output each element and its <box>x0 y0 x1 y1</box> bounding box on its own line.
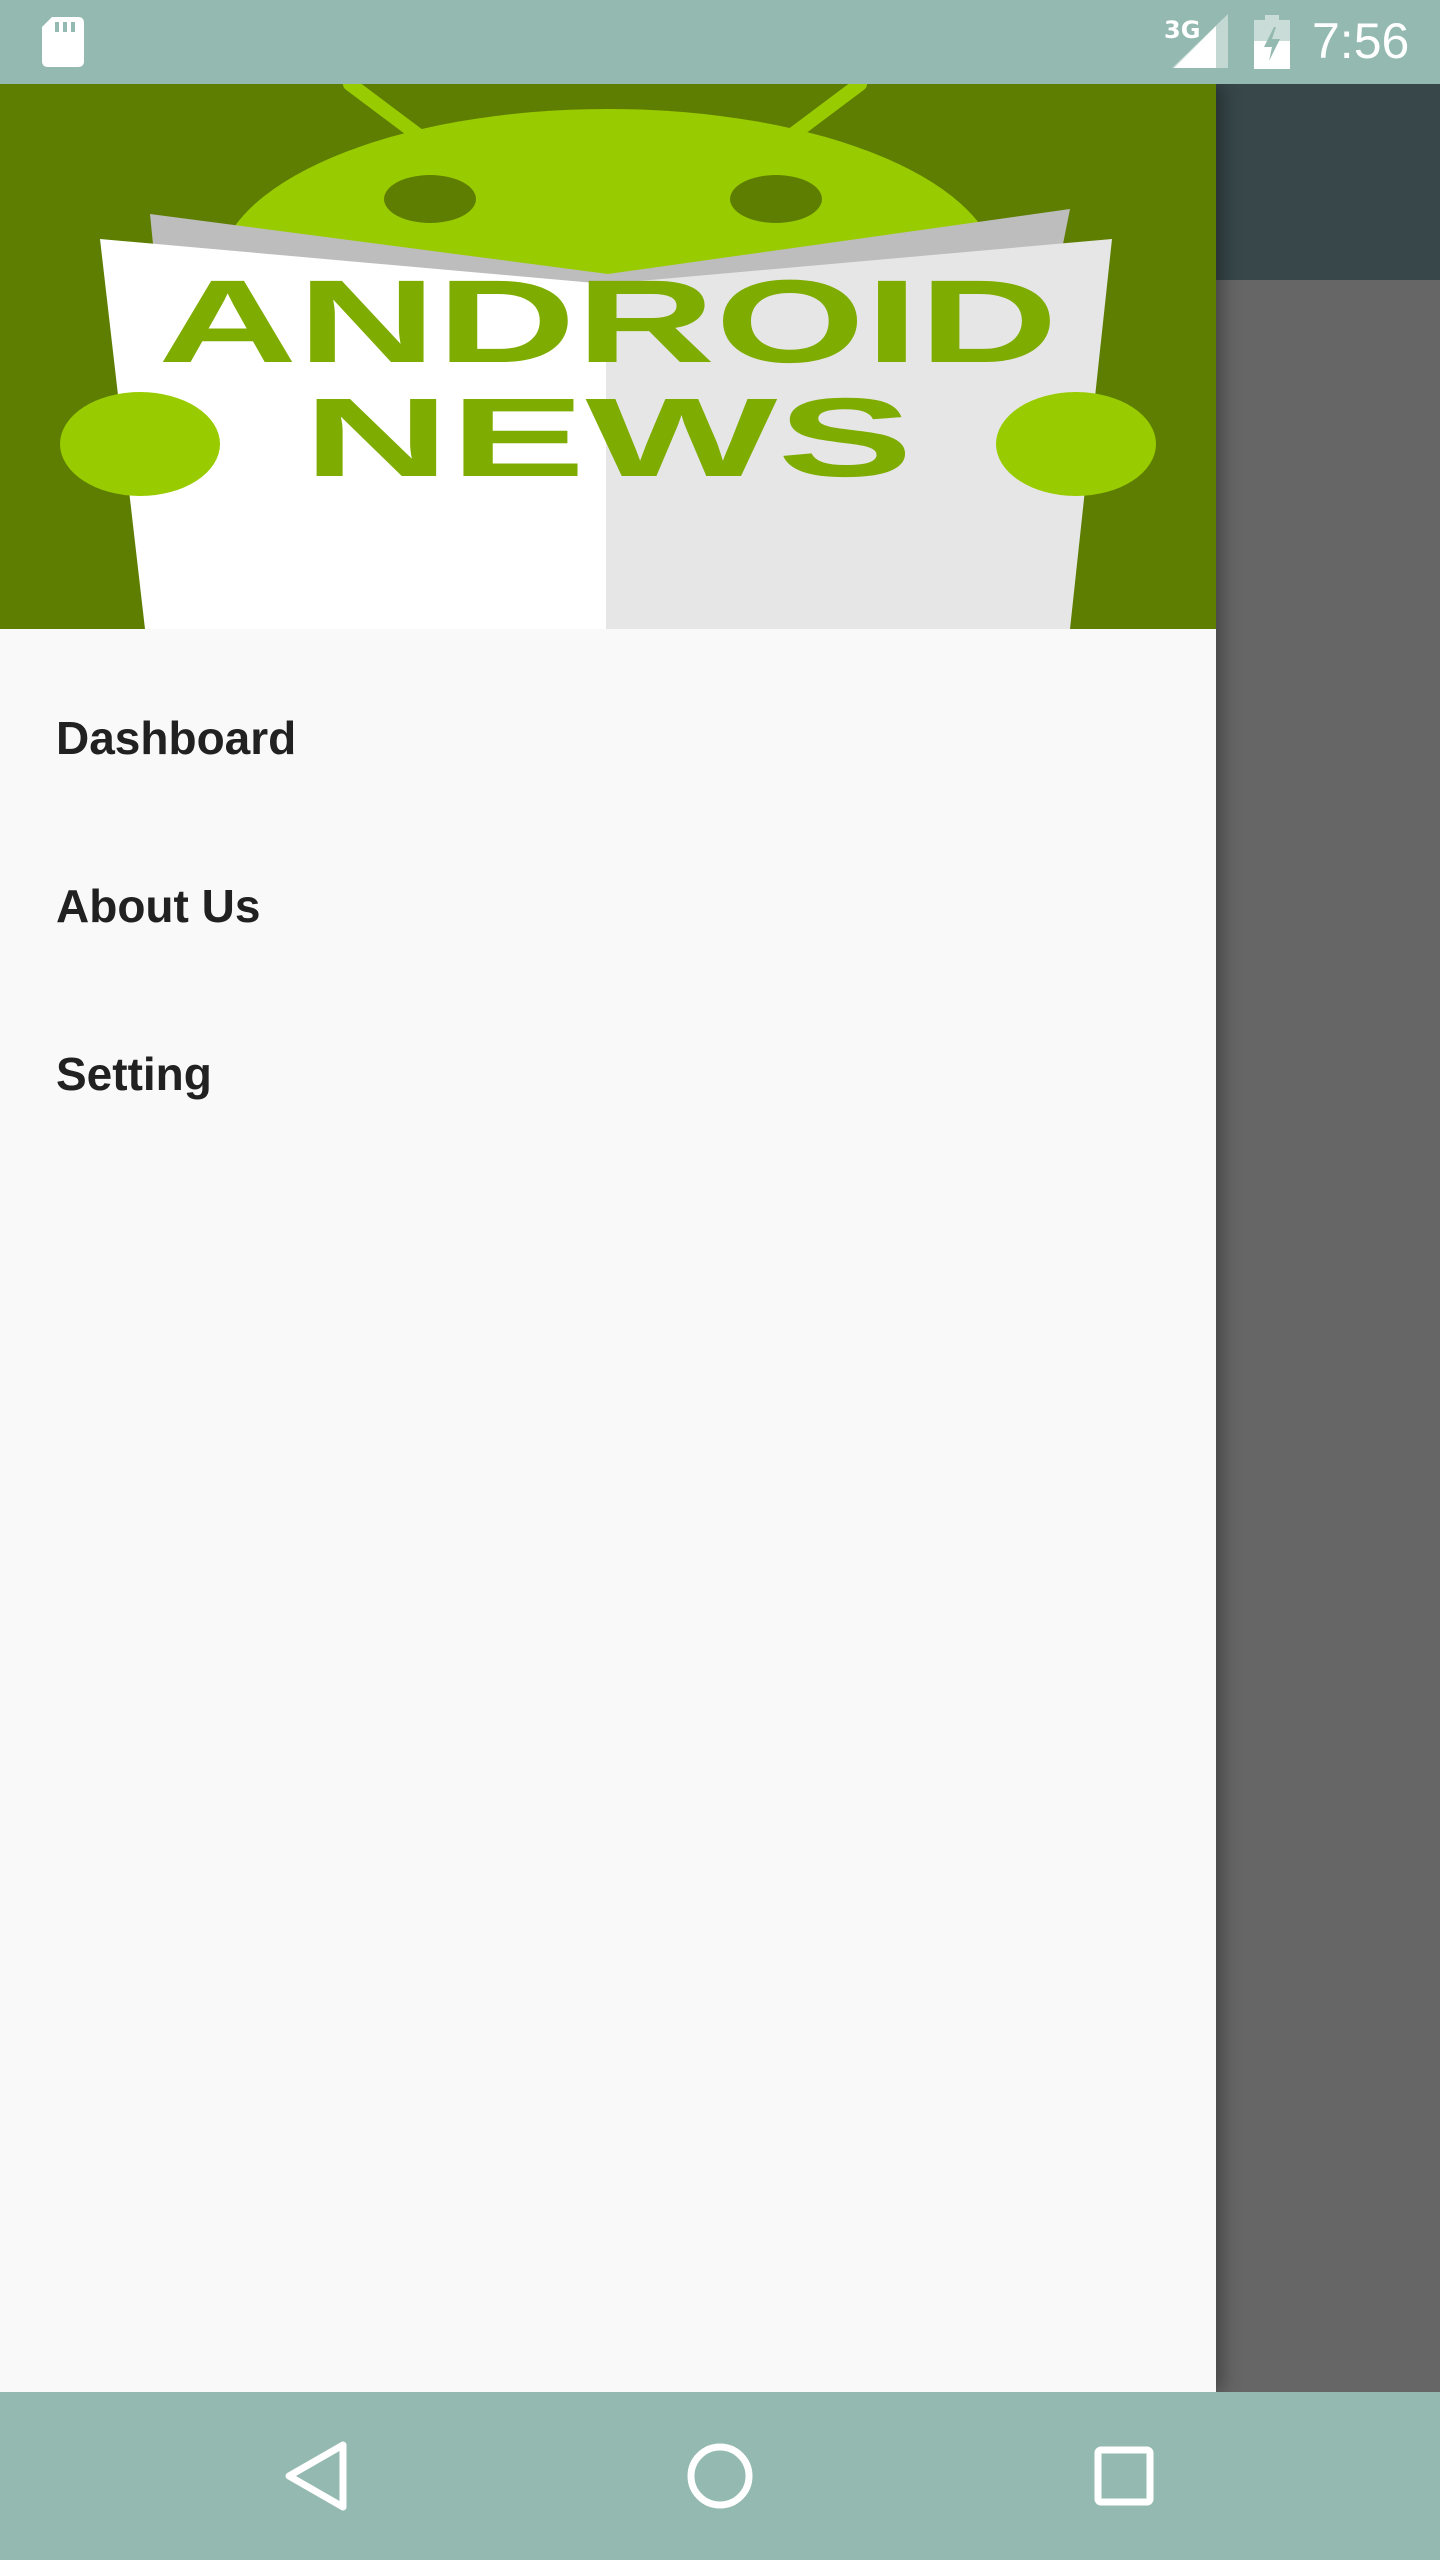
drawer-menu: Dashboard About Us Setting <box>0 654 1216 1158</box>
back-icon <box>285 2441 347 2511</box>
home-button[interactable] <box>670 2426 770 2526</box>
battery-charging-icon <box>1254 15 1290 69</box>
android-news-logo: ANDROID NEWS <box>60 84 1156 629</box>
sd-card-icon <box>42 17 84 67</box>
drawer-header: ANDROID NEWS <box>0 84 1216 629</box>
menu-item-dashboard[interactable]: Dashboard <box>0 654 1216 822</box>
logo-text-news: NEWS <box>303 375 913 500</box>
navigation-drawer: ANDROID NEWS Dashboard About Us Setting <box>0 84 1216 2392</box>
recents-icon <box>1094 2446 1154 2506</box>
recents-button[interactable] <box>1074 2426 1174 2526</box>
back-button[interactable] <box>266 2426 366 2526</box>
home-icon <box>687 2443 753 2509</box>
logo-text-android: ANDROID <box>158 256 1058 388</box>
status-bar: 3G 7:56 <box>0 0 1440 84</box>
menu-item-about-us[interactable]: About Us <box>0 822 1216 990</box>
menu-item-setting[interactable]: Setting <box>0 990 1216 1158</box>
clock: 7:56 <box>1312 13 1410 69</box>
signal-icon <box>1172 14 1228 68</box>
navigation-bar <box>0 2392 1440 2560</box>
